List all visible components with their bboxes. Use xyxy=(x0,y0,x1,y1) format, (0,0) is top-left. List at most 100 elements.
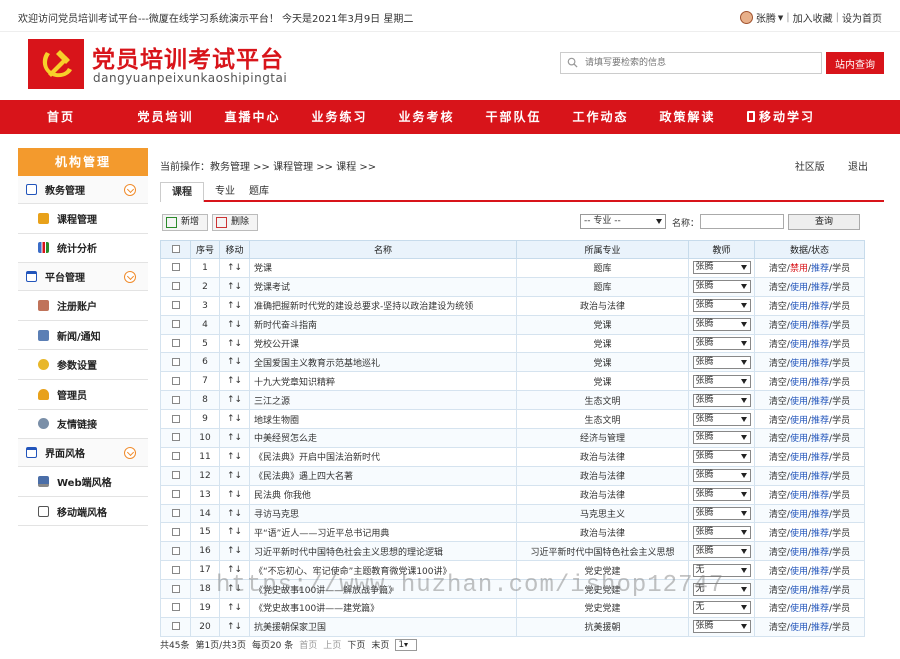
recommend-link[interactable]: 推荐 xyxy=(811,378,829,388)
recommend-link[interactable]: 推荐 xyxy=(811,340,829,350)
move-arrows[interactable]: ↑↓ xyxy=(219,503,250,524)
clear-link[interactable]: 清空 xyxy=(769,548,787,558)
status-toggle-link[interactable]: 使用 xyxy=(790,434,808,444)
recommend-link[interactable]: 推荐 xyxy=(811,397,829,407)
row-checkbox-cell[interactable] xyxy=(160,598,191,618)
students-link[interactable]: 学员 xyxy=(832,264,850,274)
nav-training[interactable]: 党员培训 xyxy=(122,100,209,134)
teacher-select[interactable]: 张腾 xyxy=(692,620,751,634)
clear-link[interactable]: 清空 xyxy=(769,623,787,633)
students-link[interactable]: 学员 xyxy=(832,397,850,407)
status-toggle-link[interactable]: 使用 xyxy=(790,321,808,331)
teacher-select[interactable]: 张腾 xyxy=(692,525,751,539)
sidebar-item-admins[interactable]: 管理员 xyxy=(18,380,148,410)
recommend-link[interactable]: 推荐 xyxy=(811,359,829,369)
row-checkbox[interactable] xyxy=(171,603,180,612)
row-checkbox[interactable] xyxy=(171,452,180,461)
teacher-select[interactable]: 张腾 xyxy=(692,318,751,332)
students-link[interactable]: 学员 xyxy=(832,604,850,614)
move-arrows[interactable]: ↑↓ xyxy=(219,276,250,297)
status-toggle-link[interactable]: 使用 xyxy=(790,416,808,426)
recommend-link[interactable]: 推荐 xyxy=(811,623,829,633)
move-arrows[interactable]: ↑↓ xyxy=(219,465,250,486)
teacher-select[interactable]: 无 xyxy=(692,563,751,577)
select-all-checkbox-cell[interactable] xyxy=(160,240,191,259)
row-checkbox[interactable] xyxy=(171,282,180,291)
clear-link[interactable]: 清空 xyxy=(769,340,787,350)
recommend-link[interactable]: 推荐 xyxy=(811,529,829,539)
status-toggle-link[interactable]: 使用 xyxy=(790,397,808,407)
students-link[interactable]: 学员 xyxy=(832,434,850,444)
move-arrows[interactable]: ↑↓ xyxy=(219,616,250,637)
clear-link[interactable]: 清空 xyxy=(769,472,787,482)
nav-mobile[interactable]: 移动学习 xyxy=(731,100,831,134)
teacher-select[interactable]: 张腾 xyxy=(692,261,751,275)
row-checkbox-cell[interactable] xyxy=(160,465,191,486)
nav-cadre[interactable]: 干部队伍 xyxy=(470,100,557,134)
nav-home[interactable]: 首页 xyxy=(0,100,122,134)
teacher-select[interactable]: 张腾 xyxy=(692,544,751,558)
status-toggle-link[interactable]: 使用 xyxy=(790,567,808,577)
recommend-link[interactable]: 推荐 xyxy=(811,567,829,577)
recommend-link[interactable]: 推荐 xyxy=(811,491,829,501)
sidebar-item-links[interactable]: 友情链接 xyxy=(18,410,148,440)
user-avatar-icon[interactable] xyxy=(739,11,753,24)
clear-link[interactable]: 清空 xyxy=(769,529,787,539)
tab-question-bank[interactable]: 题库 xyxy=(244,182,274,202)
sidebar-group-platform[interactable]: 平台管理 xyxy=(18,263,148,292)
clear-link[interactable]: 清空 xyxy=(769,510,787,520)
row-checkbox-cell[interactable] xyxy=(160,446,191,467)
students-link[interactable]: 学员 xyxy=(832,510,850,520)
clear-link[interactable]: 清空 xyxy=(769,302,787,312)
nav-news[interactable]: 工作动态 xyxy=(557,100,644,134)
clear-link[interactable]: 清空 xyxy=(769,264,787,274)
move-arrows[interactable]: ↑↓ xyxy=(219,371,250,392)
row-checkbox-cell[interactable] xyxy=(160,428,191,448)
name-input[interactable] xyxy=(700,214,784,229)
move-arrows[interactable]: ↑↓ xyxy=(219,484,250,505)
row-checkbox[interactable] xyxy=(171,433,180,442)
recommend-link[interactable]: 推荐 xyxy=(811,510,829,520)
recommend-link[interactable]: 推荐 xyxy=(811,434,829,444)
clear-link[interactable]: 清空 xyxy=(769,586,787,596)
row-checkbox[interactable] xyxy=(171,527,180,536)
row-checkbox-cell[interactable] xyxy=(160,541,191,562)
clear-link[interactable]: 清空 xyxy=(769,453,787,463)
teacher-select[interactable]: 无 xyxy=(692,601,751,615)
nav-policy[interactable]: 政策解读 xyxy=(644,100,731,134)
recommend-link[interactable]: 推荐 xyxy=(811,321,829,331)
status-toggle-link[interactable]: 使用 xyxy=(790,604,808,614)
move-arrows[interactable]: ↑↓ xyxy=(219,409,250,430)
status-toggle-link[interactable]: 使用 xyxy=(790,510,808,520)
teacher-select[interactable]: 张腾 xyxy=(692,450,751,464)
status-toggle-link[interactable]: 使用 xyxy=(790,359,808,369)
clear-link[interactable]: 清空 xyxy=(769,604,787,614)
move-arrows[interactable]: ↑↓ xyxy=(219,352,250,373)
students-link[interactable]: 学员 xyxy=(832,302,850,312)
row-checkbox[interactable] xyxy=(171,546,180,555)
students-link[interactable]: 学员 xyxy=(832,491,850,501)
row-checkbox-cell[interactable] xyxy=(160,333,191,354)
sidebar-group-style[interactable]: 界面风格 xyxy=(18,439,148,468)
nav-exam[interactable]: 业务考核 xyxy=(383,100,470,134)
sidebar-item-mobile-style[interactable]: 移动端风格 xyxy=(18,497,148,527)
teacher-select[interactable]: 张腾 xyxy=(692,469,751,483)
major-select[interactable]: -- 专业 -- xyxy=(580,214,666,229)
row-checkbox[interactable] xyxy=(171,357,180,366)
teacher-select[interactable]: 张腾 xyxy=(692,507,751,521)
teacher-select[interactable]: 张腾 xyxy=(692,374,751,388)
row-checkbox-cell[interactable] xyxy=(160,484,191,505)
status-toggle-link[interactable]: 使用 xyxy=(790,529,808,539)
status-toggle-link[interactable]: 使用 xyxy=(790,623,808,633)
row-checkbox[interactable] xyxy=(171,565,180,574)
move-arrows[interactable]: ↑↓ xyxy=(219,428,250,448)
clear-link[interactable]: 清空 xyxy=(769,378,787,388)
teacher-select[interactable]: 张腾 xyxy=(692,488,751,502)
status-toggle-link[interactable]: 使用 xyxy=(790,548,808,558)
query-button[interactable]: 查询 xyxy=(788,214,860,230)
sidebar-item-accounts[interactable]: 注册账户 xyxy=(18,291,148,321)
move-arrows[interactable]: ↑↓ xyxy=(219,541,250,562)
status-toggle-link[interactable]: 使用 xyxy=(790,283,808,293)
row-checkbox-cell[interactable] xyxy=(160,616,191,637)
prev-page-link[interactable]: 上页 xyxy=(323,638,341,651)
